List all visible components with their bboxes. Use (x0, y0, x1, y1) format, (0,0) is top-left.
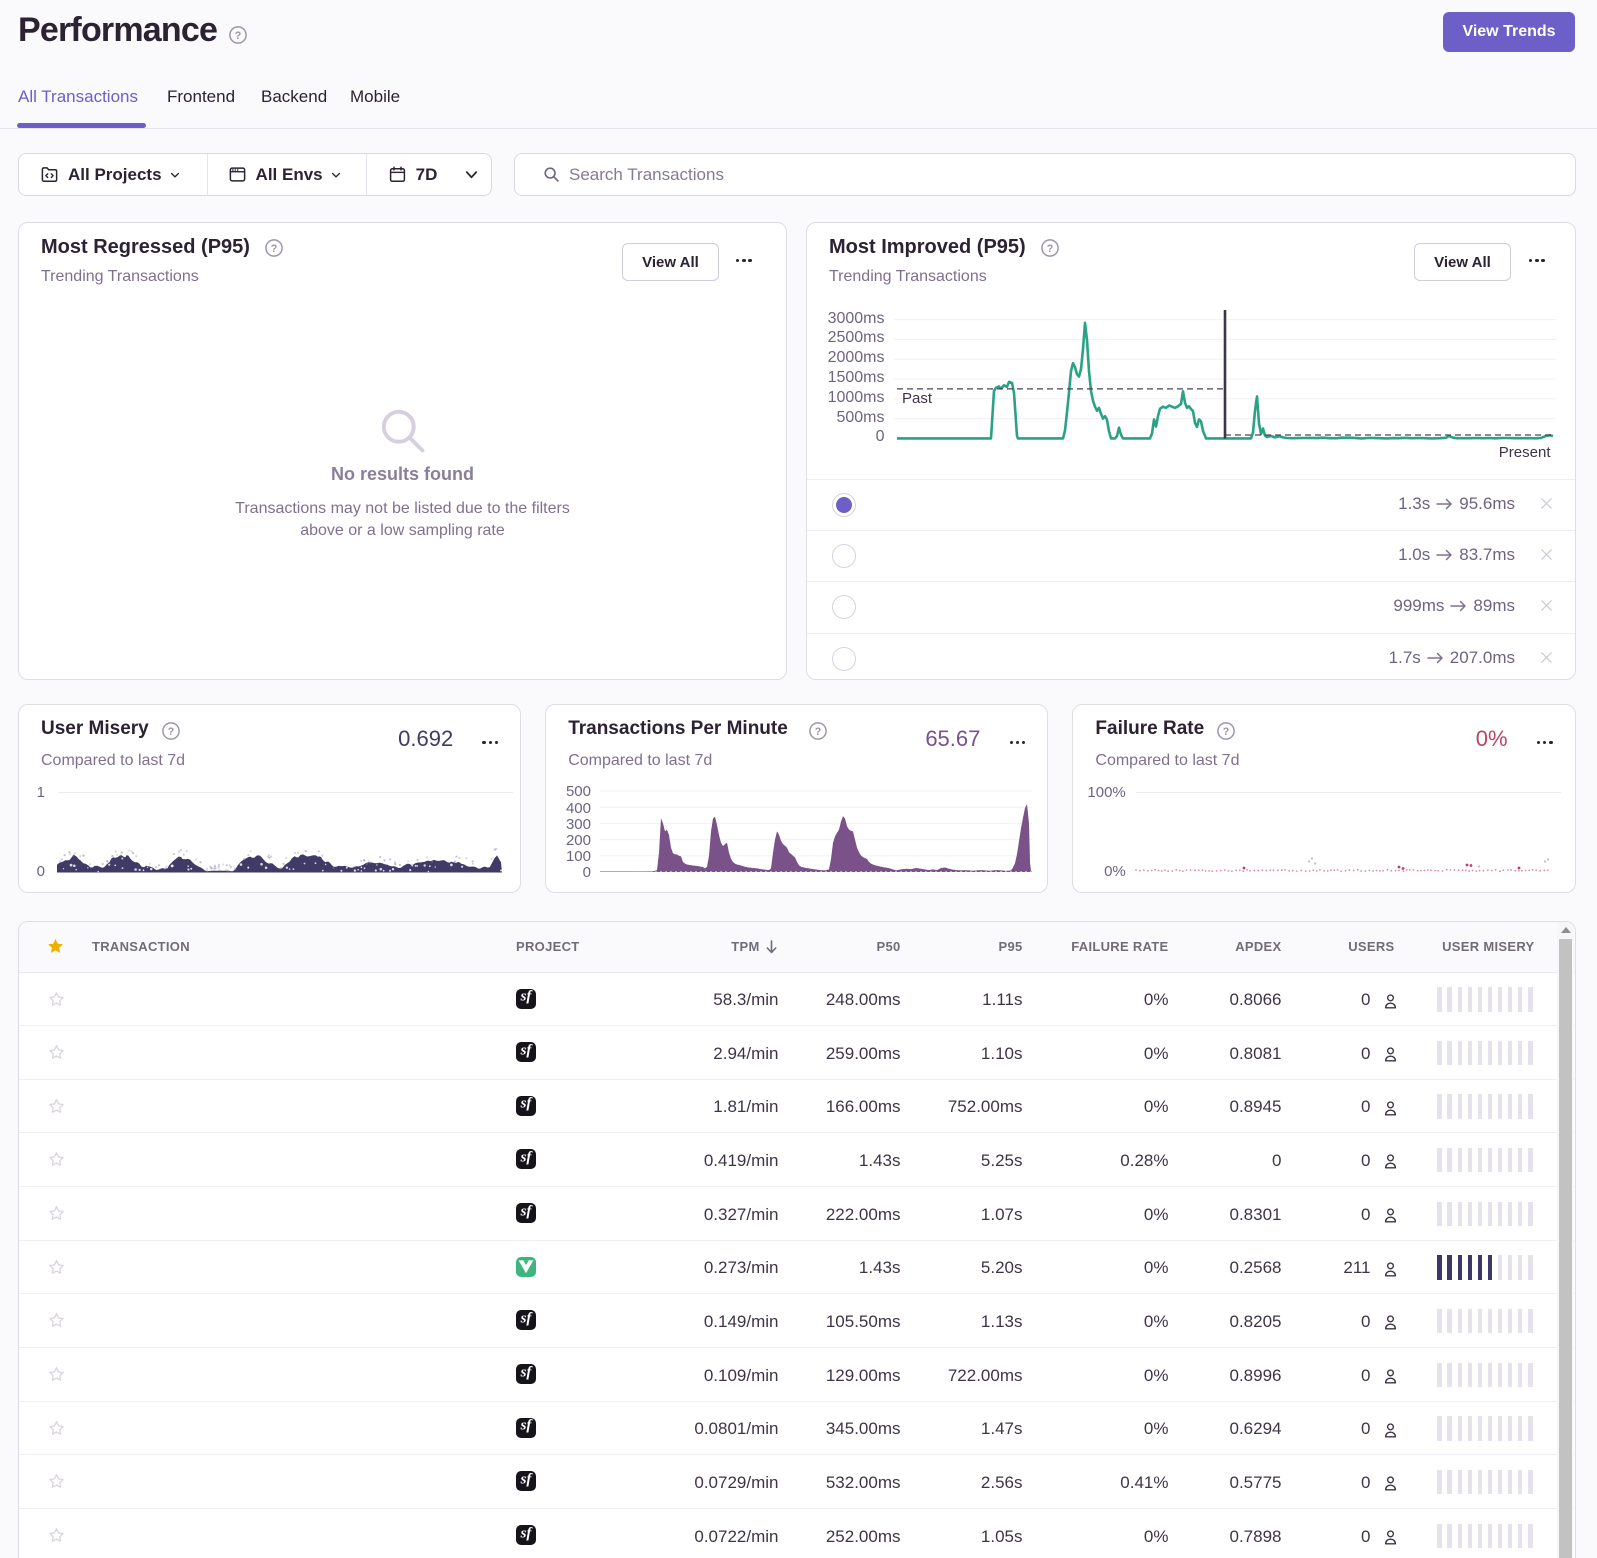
svg-text:?: ? (1223, 725, 1230, 737)
svg-text:?: ? (815, 725, 822, 737)
svg-text:?: ? (271, 243, 278, 255)
svg-text:?: ? (235, 30, 242, 42)
svg-text:?: ? (1047, 243, 1054, 255)
svg-text:?: ? (168, 725, 175, 737)
